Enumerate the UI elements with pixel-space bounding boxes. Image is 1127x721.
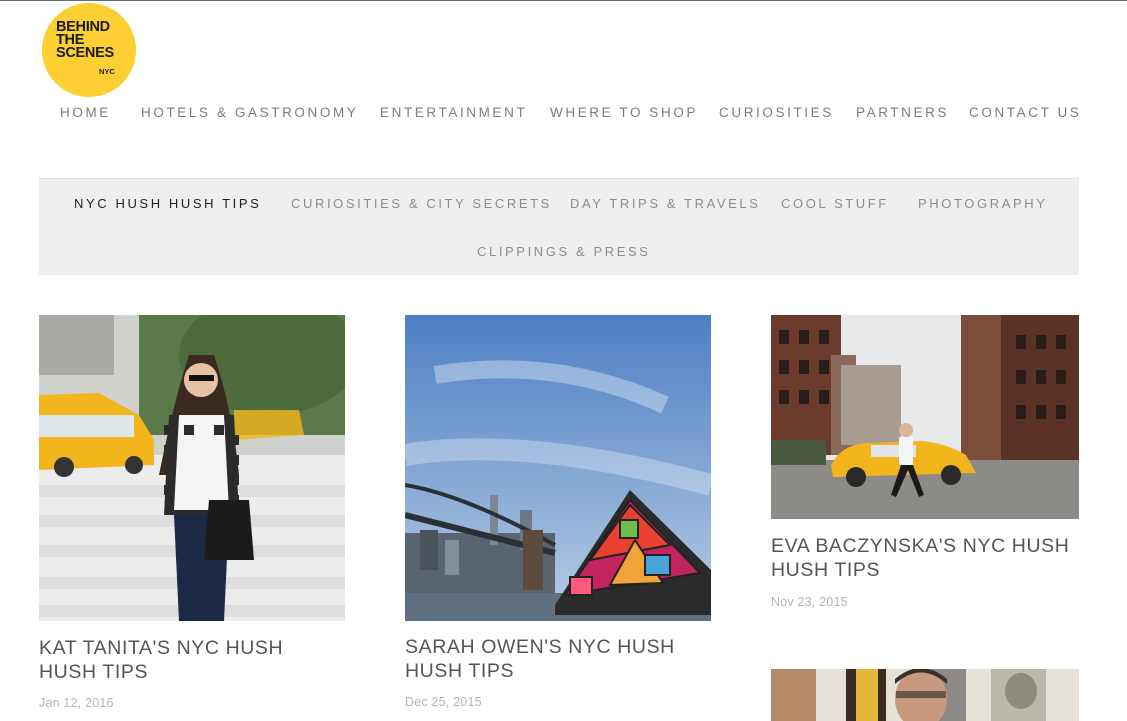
logo-line-scenes: SCENES xyxy=(56,45,114,61)
nav-entertainment[interactable]: ENTERTAINMENT xyxy=(380,105,527,120)
nav-curiosities[interactable]: CURIOSITIES xyxy=(719,105,834,120)
post-image-fourth[interactable] xyxy=(771,669,1079,721)
nav-hotels-gastronomy[interactable]: HOTELS & GASTRONOMY xyxy=(141,105,358,120)
main-nav: HOME HOTELS & GASTRONOMY ENTERTAINMENT W… xyxy=(0,105,1127,123)
interior-photo-man-icon xyxy=(771,669,1079,721)
site-logo[interactable]: BEHIND THE SCENES NYC xyxy=(42,3,136,97)
category-day-trips-travels[interactable]: DAY TRIPS & TRAVELS xyxy=(570,196,761,211)
nav-partners[interactable]: PARTNERS xyxy=(856,105,949,120)
street-photo-woman-icon xyxy=(39,315,345,621)
category-nyc-hush-hush-tips[interactable]: NYC HUSH HUSH TIPS xyxy=(74,196,261,211)
post-image-eva-baczynska[interactable] xyxy=(771,315,1079,519)
post-title-sarah-owen[interactable]: SARAH OWEN'S NYC HUSH HUSH TIPS xyxy=(405,635,705,683)
logo-line-nyc: NYC xyxy=(99,67,115,76)
post-date-kat-tanita: Jan 12, 2016 xyxy=(39,696,114,710)
category-clippings-press[interactable]: CLIPPINGS & PRESS xyxy=(477,244,651,259)
nav-where-to-shop[interactable]: WHERE TO SHOP xyxy=(550,105,698,120)
nav-contact-us[interactable]: CONTACT US xyxy=(969,105,1082,120)
category-curiosities-city-secrets[interactable]: CURIOSITIES & CITY SECRETS xyxy=(291,196,552,211)
post-title-eva-baczynska[interactable]: EVA BACZYNSKA'S NYC HUSH HUSH TIPS xyxy=(771,534,1076,582)
post-date-eva-baczynska: Nov 23, 2015 xyxy=(771,595,848,609)
post-title-kat-tanita[interactable]: KAT TANITA'S NYC HUSH HUSH TIPS xyxy=(39,636,339,684)
post-date-sarah-owen: Dec 25, 2015 xyxy=(405,695,482,709)
logo-text: BEHIND THE SCENES xyxy=(56,20,114,61)
top-border xyxy=(0,0,1127,1)
category-photography[interactable]: PHOTOGRAPHY xyxy=(918,196,1048,211)
bridge-photo-icon xyxy=(405,315,711,621)
street-photo-taxi-icon xyxy=(771,315,1079,519)
category-cool-stuff[interactable]: COOL STUFF xyxy=(781,196,889,211)
nav-home[interactable]: HOME xyxy=(60,105,111,120)
category-bar: NYC HUSH HUSH TIPS CURIOSITIES & CITY SE… xyxy=(39,178,1079,275)
post-image-sarah-owen[interactable] xyxy=(405,315,711,621)
post-image-kat-tanita[interactable] xyxy=(39,315,345,621)
